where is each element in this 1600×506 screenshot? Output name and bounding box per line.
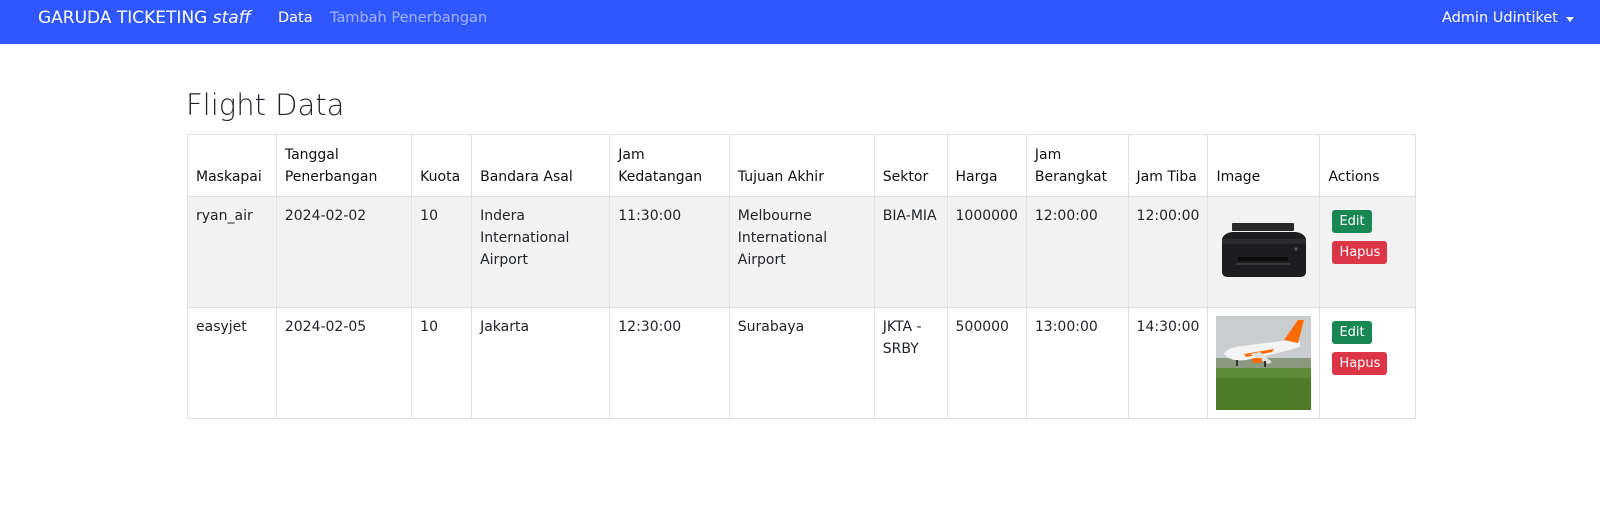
cell-image xyxy=(1207,307,1321,419)
cell-actions: Edit Hapus xyxy=(1319,307,1416,419)
cell-sektor: BIA-MIA xyxy=(873,196,948,308)
navbar: GARUDA TICKETING staff Data Tambah Pener… xyxy=(0,0,1600,44)
cell-bandara-asal: Jakarta xyxy=(471,307,611,419)
printer-image xyxy=(1216,205,1312,299)
cell-tanggal: 2024-02-02 xyxy=(275,196,413,308)
cell-sektor: JKTA - SRBY xyxy=(873,307,948,419)
header-jam-berangkat: Jam Berangkat xyxy=(1025,134,1129,197)
cell-image xyxy=(1207,196,1321,308)
header-image: Image xyxy=(1207,134,1321,197)
caret-down-icon xyxy=(1566,16,1574,22)
cell-actions: Edit Hapus xyxy=(1319,196,1416,308)
cell-tanggal: 2024-02-05 xyxy=(275,307,413,419)
cell-jam-tiba: 12:00:00 xyxy=(1127,196,1209,308)
airplane-image xyxy=(1216,316,1312,410)
brand-main: GARUDA TICKETING xyxy=(38,8,208,28)
header-tujuan-akhir: Tujuan Akhir xyxy=(728,134,875,197)
cell-harga: 500000 xyxy=(946,307,1027,419)
cell-jam-tiba: 14:30:00 xyxy=(1127,307,1209,419)
cell-maskapai: easyjet xyxy=(187,307,277,419)
header-jam-tiba: Jam Tiba xyxy=(1127,134,1209,197)
page-title: Flight Data xyxy=(186,88,345,122)
cell-jam-kedatangan: 11:30:00 xyxy=(609,196,730,308)
delete-button[interactable]: Hapus xyxy=(1332,352,1388,375)
table-row: easyjet 2024-02-05 10 Jakarta 12:30:00 S… xyxy=(187,307,1416,419)
edit-button[interactable]: Edit xyxy=(1332,210,1372,233)
header-sektor: Sektor xyxy=(873,134,948,197)
header-tanggal: Tanggal Penerbangan xyxy=(275,134,413,197)
brand-logo[interactable]: GARUDA TICKETING staff xyxy=(38,8,251,28)
header-kuota: Kuota xyxy=(411,134,473,197)
cell-harga: 1000000 xyxy=(946,196,1027,308)
table-header-row: Maskapai Tanggal Penerbangan Kuota Banda… xyxy=(187,134,1416,197)
cell-tujuan-akhir: Surabaya xyxy=(728,307,875,419)
cell-kuota: 10 xyxy=(411,307,473,419)
edit-button[interactable]: Edit xyxy=(1332,321,1372,344)
table-row: ryan_air 2024-02-02 10 Indera Internatio… xyxy=(187,196,1416,308)
header-harga: Harga xyxy=(946,134,1027,197)
header-jam-kedatangan: Jam Kedatangan xyxy=(609,134,730,197)
cell-tujuan-akhir: Melbourne International Airport xyxy=(728,196,875,308)
user-name: Admin Udintiket xyxy=(1441,10,1558,26)
delete-button[interactable]: Hapus xyxy=(1332,241,1388,264)
cell-jam-berangkat: 13:00:00 xyxy=(1025,307,1129,419)
cell-kuota: 10 xyxy=(411,196,473,308)
flight-table: Maskapai Tanggal Penerbangan Kuota Banda… xyxy=(187,134,1416,419)
nav-link-tambah-penerbangan[interactable]: Tambah Penerbangan xyxy=(330,10,487,26)
header-actions: Actions xyxy=(1319,134,1416,197)
nav-link-data[interactable]: Data xyxy=(278,10,313,26)
user-dropdown[interactable]: Admin Udintiket xyxy=(1442,10,1574,26)
cell-jam-berangkat: 12:00:00 xyxy=(1025,196,1129,308)
cell-maskapai: ryan_air xyxy=(187,196,277,308)
cell-jam-kedatangan: 12:30:00 xyxy=(609,307,730,419)
cell-bandara-asal: Indera International Airport xyxy=(471,196,611,308)
header-maskapai: Maskapai xyxy=(187,134,277,197)
header-bandara-asal: Bandara Asal xyxy=(471,134,611,197)
brand-suffix: staff xyxy=(212,8,251,28)
